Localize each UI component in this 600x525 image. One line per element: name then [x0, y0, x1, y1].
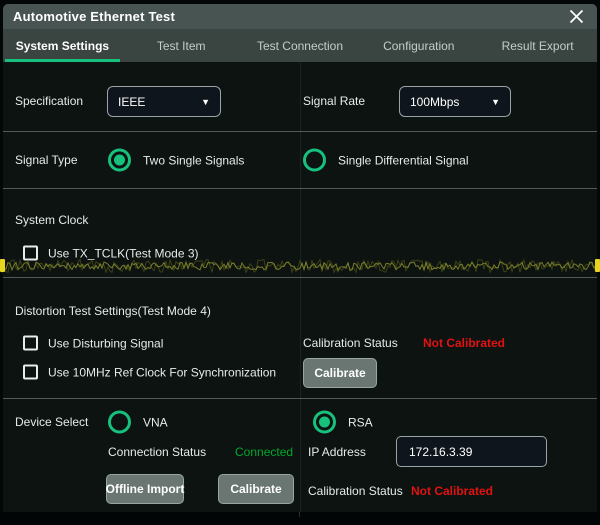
checkbox-icon	[23, 365, 38, 380]
system-clock-label: System Clock	[15, 213, 88, 227]
device-calibrate-button[interactable]: Calibrate	[218, 474, 294, 504]
channel-marker-right	[595, 259, 600, 272]
checkbox-icon	[23, 336, 38, 351]
distortion-calibrate-button[interactable]: Calibrate	[303, 358, 377, 388]
radio-icon	[108, 149, 131, 172]
distortion-section-label: Distortion Test Settings(Test Mode 4)	[15, 304, 211, 318]
radio-vna[interactable]: VNA	[108, 411, 168, 434]
divider	[3, 188, 597, 189]
distortion-calibration-status-value: Not Calibrated	[423, 336, 505, 350]
radio-rsa[interactable]: RSA	[313, 411, 373, 434]
tab-result-export[interactable]: Result Export	[478, 29, 597, 62]
radio-two-single-signals[interactable]: Two Single Signals	[108, 149, 244, 172]
dialog-title: Automotive Ethernet Test	[13, 9, 175, 24]
automotive-ethernet-test-dialog: Automotive Ethernet Test System Settings…	[3, 4, 597, 512]
specification-value: IEEE	[118, 95, 145, 109]
radio-icon	[108, 411, 131, 434]
device-calibration-status-label: Calibration Status	[308, 484, 403, 498]
close-icon	[569, 9, 584, 24]
chevron-down-icon: ▼	[491, 97, 500, 107]
ip-address-input[interactable]	[396, 436, 547, 467]
checkbox-use-disturbing-signal[interactable]: Use Disturbing Signal	[23, 336, 163, 351]
divider	[3, 131, 597, 132]
device-calibration-status-value: Not Calibrated	[411, 484, 493, 498]
dialog-titlebar: Automotive Ethernet Test	[3, 4, 597, 29]
checkbox-use-10mhz-ref-clock[interactable]: Use 10MHz Ref Clock For Synchronization	[23, 365, 276, 380]
signal-rate-dropdown[interactable]: 100Mbps ▼	[399, 86, 511, 117]
signal-rate-value: 100Mbps	[410, 95, 459, 109]
radio-icon	[303, 149, 326, 172]
offline-import-button[interactable]: Offline Import	[106, 474, 184, 504]
scope-background-strip	[0, 512, 600, 525]
connection-status-label: Connection Status	[108, 445, 206, 459]
tab-configuration[interactable]: Configuration	[359, 29, 478, 62]
chevron-down-icon: ▼	[201, 97, 210, 107]
close-button[interactable]	[565, 6, 587, 28]
dialog-body: Specification IEEE ▼ Signal Rate 100Mbps…	[3, 62, 597, 512]
checkbox-use-tx-tclk[interactable]: Use TX_TCLK(Test Mode 3)	[23, 246, 199, 261]
radio-icon	[313, 411, 336, 434]
divider	[3, 398, 597, 399]
device-select-label: Device Select	[15, 415, 88, 429]
tab-bar: System Settings Test Item Test Connectio…	[3, 29, 597, 62]
tab-system-settings[interactable]: System Settings	[3, 29, 122, 62]
tab-test-connection[interactable]: Test Connection	[241, 29, 360, 62]
channel-marker-left	[0, 259, 5, 272]
specification-dropdown[interactable]: IEEE ▼	[107, 86, 221, 117]
signal-rate-label: Signal Rate	[303, 94, 365, 108]
radio-single-differential-signal[interactable]: Single Differential Signal	[303, 149, 469, 172]
specification-label: Specification	[15, 94, 83, 108]
connection-status-value: Connected	[235, 445, 293, 459]
ip-address-label: IP Address	[308, 445, 366, 459]
divider	[3, 277, 597, 278]
signal-type-label: Signal Type	[15, 153, 78, 167]
checkbox-icon	[23, 246, 38, 261]
distortion-calibration-status-label: Calibration Status	[303, 336, 398, 350]
oscilloscope-screen: Automotive Ethernet Test System Settings…	[0, 0, 600, 525]
tab-test-item[interactable]: Test Item	[122, 29, 241, 62]
